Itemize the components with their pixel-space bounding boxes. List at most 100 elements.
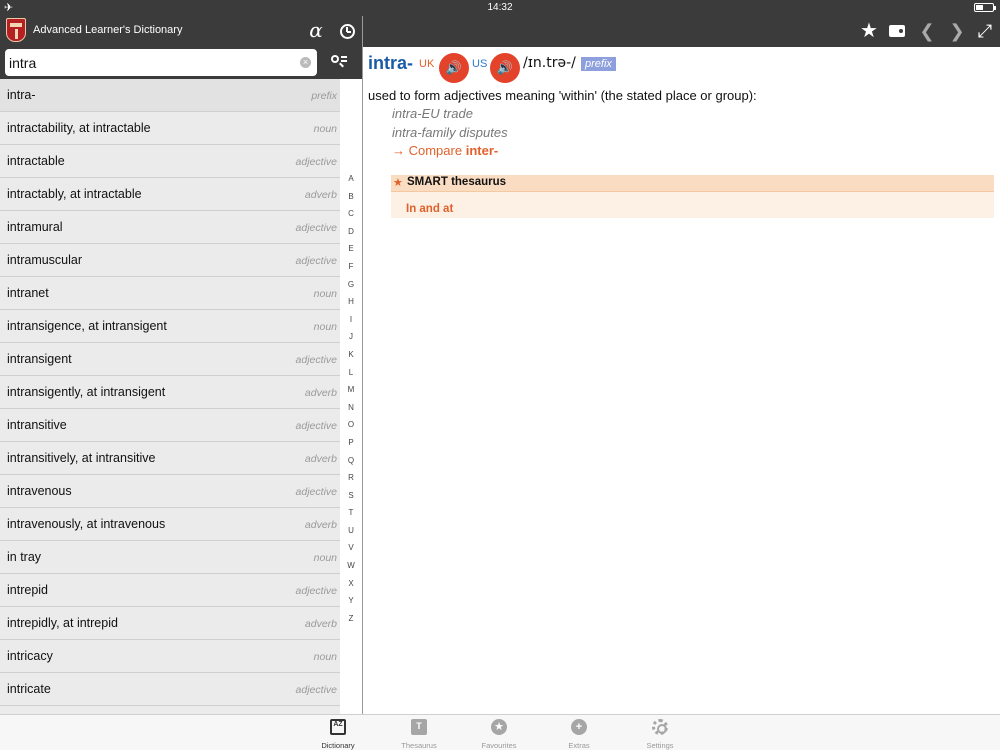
tab-extras[interactable]: + Extras: [549, 717, 609, 750]
word-text: intractably, at intractable: [7, 187, 142, 201]
back-arrow-icon[interactable]: ❮: [915, 20, 939, 42]
list-item[interactable]: intramural adjective: [0, 211, 340, 244]
us-speaker-icon[interactable]: 🔊: [490, 53, 520, 83]
word-text: intranet: [7, 286, 49, 300]
tab-favourites[interactable]: ★ Favourites: [469, 717, 529, 750]
word-text: intractable: [7, 154, 65, 168]
flashcard-icon[interactable]: [885, 20, 909, 42]
dictionary-entry: intra- UK 🔊 US 🔊 /ɪn.trə-/ prefix used t…: [368, 50, 994, 218]
word-pos: adjective: [295, 585, 337, 597]
index-letter[interactable]: H: [340, 293, 362, 311]
expand-icon[interactable]: ⤢: [973, 20, 997, 42]
tab-settings[interactable]: Settings: [630, 717, 690, 750]
pronunciation: /ɪn.trə-/: [523, 55, 576, 71]
index-letter[interactable]: N: [340, 399, 362, 417]
pane-divider: [362, 16, 363, 714]
index-letter[interactable]: B: [340, 188, 362, 206]
index-letter[interactable]: W: [340, 557, 362, 575]
word-text: intransigently, at intransigent: [7, 385, 166, 399]
gear-icon: [652, 719, 668, 735]
entry-headline: intra- UK 🔊 US 🔊 /ɪn.trə-/ prefix: [368, 50, 994, 84]
index-letter[interactable]: I: [340, 311, 362, 329]
list-item[interactable]: intransigent adjective: [0, 343, 340, 376]
list-item[interactable]: intrepid adjective: [0, 574, 340, 607]
smart-thesaurus-box: ★ SMART thesaurus In and at: [391, 175, 994, 218]
history-icon[interactable]: [338, 20, 358, 42]
uk-label: UK: [419, 58, 435, 70]
star-icon: ★: [393, 177, 403, 189]
search-box: ×: [5, 49, 317, 76]
word-text: in tray: [7, 550, 42, 564]
list-item[interactable]: intricate adjective: [0, 673, 340, 706]
index-letter[interactable]: G: [340, 276, 362, 294]
list-item[interactable]: intransigently, at intransigent adverb: [0, 376, 340, 409]
index-letter[interactable]: Z: [340, 610, 362, 628]
list-item[interactable]: intransitively, at intransitive adverb: [0, 442, 340, 475]
thesaurus-link[interactable]: In and at: [406, 203, 453, 215]
forward-arrow-icon[interactable]: ❯: [945, 20, 969, 42]
list-item[interactable]: intravenous adjective: [0, 475, 340, 508]
index-letter[interactable]: P: [340, 434, 362, 452]
word-pos: adjective: [295, 156, 337, 168]
index-letter[interactable]: V: [340, 539, 362, 557]
compare-word[interactable]: inter-: [466, 143, 499, 158]
alpha-icon[interactable]: α: [306, 18, 326, 42]
clear-search-icon[interactable]: ×: [300, 57, 311, 68]
list-item[interactable]: intractably, at intractable adverb: [0, 178, 340, 211]
index-letter[interactable]: L: [340, 364, 362, 382]
list-item[interactable]: intra-prefix: [0, 79, 340, 112]
list-item[interactable]: in tray noun: [0, 541, 340, 574]
index-letter[interactable]: S: [340, 487, 362, 505]
word-text: intramuscular: [7, 253, 83, 267]
list-item[interactable]: intravenously, at intravenous adverb: [0, 508, 340, 541]
list-item[interactable]: intramuscular adjective: [0, 244, 340, 277]
word-pos: adverb: [304, 453, 337, 465]
word-text: intransigent: [7, 352, 72, 366]
list-item[interactable]: [0, 706, 340, 714]
tab-label: Favourites: [481, 741, 517, 750]
list-item[interactable]: intractable adjective: [0, 145, 340, 178]
index-letter[interactable]: J: [340, 328, 362, 346]
app-logo: [6, 18, 26, 42]
pos-tag: prefix: [581, 57, 616, 71]
index-letter[interactable]: C: [340, 205, 362, 223]
search-input[interactable]: [9, 52, 294, 73]
index-letter[interactable]: K: [340, 346, 362, 364]
word-pos: adjective: [295, 255, 337, 267]
list-item[interactable]: intranet noun: [0, 277, 340, 310]
list-item[interactable]: intransigence, at intransigent noun: [0, 310, 340, 343]
index-letter[interactable]: U: [340, 522, 362, 540]
word-list: intra-prefix intractability, at intractab…: [0, 79, 340, 714]
add-favourite-star-icon[interactable]: ★: [857, 20, 881, 42]
word-pos: adjective: [295, 486, 337, 498]
tab-dictionary[interactable]: AZ Dictionary: [308, 717, 368, 750]
index-letter[interactable]: R: [340, 469, 362, 487]
index-letter[interactable]: T: [340, 504, 362, 522]
index-letter[interactable]: E: [340, 240, 362, 258]
list-item[interactable]: intractability, at intractable noun: [0, 112, 340, 145]
search-bar: ×: [0, 47, 362, 79]
index-letter[interactable]: M: [340, 381, 362, 399]
word-text: intransitive: [7, 418, 67, 432]
index-letter[interactable]: F: [340, 258, 362, 276]
word-pos: adverb: [304, 519, 337, 531]
index-letter[interactable]: Y: [340, 592, 362, 610]
word-pos: adjective: [295, 684, 337, 696]
index-letter[interactable]: Q: [340, 452, 362, 470]
search-options-icon[interactable]: [330, 54, 348, 70]
dictionary-icon: AZ: [330, 719, 346, 735]
thesaurus-header[interactable]: ★ SMART thesaurus: [391, 175, 994, 192]
word-pos: adverb: [304, 189, 337, 201]
list-item[interactable]: intrepidly, at intrepid adverb: [0, 607, 340, 640]
uk-speaker-icon[interactable]: 🔊: [439, 53, 469, 83]
tab-thesaurus[interactable]: T Thesaurus: [389, 717, 449, 750]
tab-label: Dictionary: [321, 741, 355, 750]
alphabet-index[interactable]: ABCDEFGHIJKLMNOPQRSTUVWXYZ: [340, 170, 362, 627]
index-letter[interactable]: A: [340, 170, 362, 188]
index-letter[interactable]: X: [340, 575, 362, 593]
list-item[interactable]: intricacy noun: [0, 640, 340, 673]
list-item[interactable]: intransitive adjective: [0, 409, 340, 442]
index-letter[interactable]: O: [340, 416, 362, 434]
compare-link[interactable]: → Compare inter-: [392, 143, 498, 158]
index-letter[interactable]: D: [340, 223, 362, 241]
